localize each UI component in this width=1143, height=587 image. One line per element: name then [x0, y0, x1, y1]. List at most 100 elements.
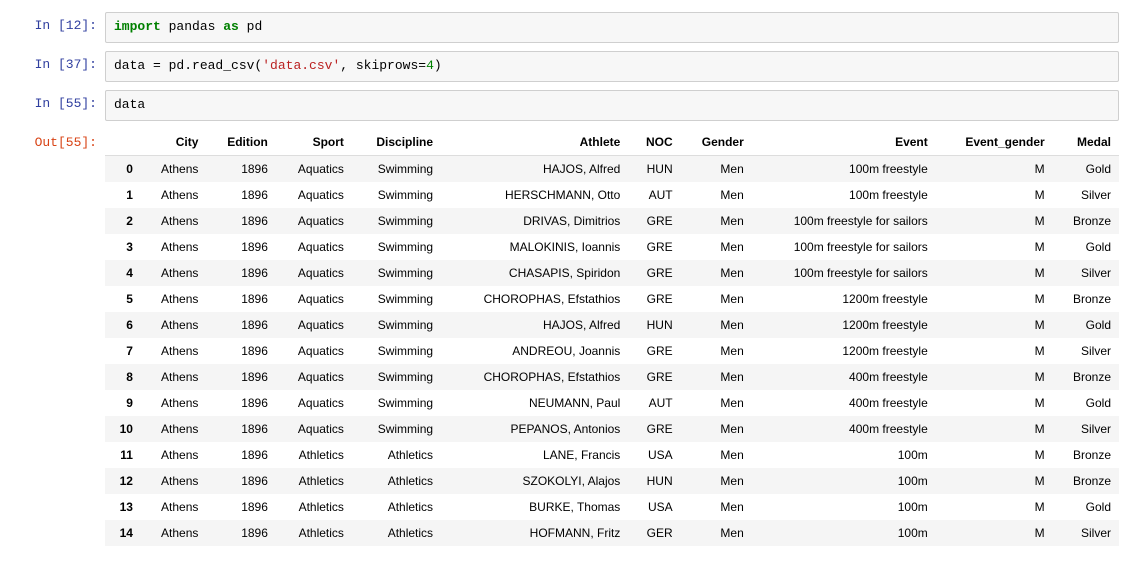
table-cell: Athens — [141, 442, 206, 468]
table-cell: Aquatics — [276, 260, 352, 286]
table-row: 9Athens1896AquaticsSwimmingNEUMANN, Paul… — [105, 390, 1119, 416]
table-cell: 1896 — [206, 468, 275, 494]
row-index: 11 — [105, 442, 141, 468]
code-cell: In [55]: data — [0, 88, 1143, 123]
input-prompt: In [55]: — [0, 90, 105, 111]
table-row: 14Athens1896AthleticsAthleticsHOFMANN, F… — [105, 520, 1119, 546]
row-index: 7 — [105, 338, 141, 364]
table-row: 2Athens1896AquaticsSwimmingDRIVAS, Dimit… — [105, 208, 1119, 234]
table-cell: CHOROPHAS, Efstathios — [441, 364, 628, 390]
table-cell: 400m freestyle — [752, 390, 936, 416]
column-header: Medal — [1053, 129, 1119, 156]
table-cell: Aquatics — [276, 208, 352, 234]
table-cell: 1896 — [206, 364, 275, 390]
table-cell: 1896 — [206, 286, 275, 312]
table-cell: Aquatics — [276, 234, 352, 260]
table-cell: Swimming — [352, 416, 441, 442]
table-cell: HUN — [628, 155, 680, 182]
table-cell: 100m — [752, 494, 936, 520]
table-cell: 100m — [752, 468, 936, 494]
table-cell: GRE — [628, 260, 680, 286]
table-cell: Silver — [1053, 182, 1119, 208]
code-input[interactable]: data — [105, 90, 1119, 121]
table-cell: Bronze — [1053, 442, 1119, 468]
table-cell: M — [936, 416, 1053, 442]
table-cell: Men — [681, 494, 752, 520]
table-cell: 1896 — [206, 312, 275, 338]
code-token: data — [114, 97, 145, 112]
table-row: 4Athens1896AquaticsSwimmingCHASAPIS, Spi… — [105, 260, 1119, 286]
table-cell: Men — [681, 338, 752, 364]
table-cell: HUN — [628, 468, 680, 494]
row-index: 5 — [105, 286, 141, 312]
table-cell: Silver — [1053, 520, 1119, 546]
table-row: 11Athens1896AthleticsAthleticsLANE, Fran… — [105, 442, 1119, 468]
table-cell: Athens — [141, 494, 206, 520]
table-cell: Athletics — [352, 468, 441, 494]
table-cell: Athletics — [352, 520, 441, 546]
table-cell: Aquatics — [276, 286, 352, 312]
table-cell: 1896 — [206, 182, 275, 208]
table-cell: HERSCHMANN, Otto — [441, 182, 628, 208]
table-cell: Men — [681, 364, 752, 390]
table-cell: Gold — [1053, 312, 1119, 338]
table-cell: Bronze — [1053, 208, 1119, 234]
table-cell: 1896 — [206, 390, 275, 416]
code-token: as — [223, 19, 239, 34]
table-cell: Gold — [1053, 234, 1119, 260]
code-input[interactable]: data = pd.read_csv('data.csv', skiprows=… — [105, 51, 1119, 82]
column-header: Event — [752, 129, 936, 156]
table-cell: Bronze — [1053, 468, 1119, 494]
table-cell: Swimming — [352, 208, 441, 234]
table-cell: 1200m freestyle — [752, 286, 936, 312]
code-cell: In [12]: import pandas as pd — [0, 10, 1143, 45]
table-cell: Aquatics — [276, 312, 352, 338]
table-cell: Swimming — [352, 260, 441, 286]
table-cell: 100m freestyle — [752, 182, 936, 208]
table-cell: Men — [681, 234, 752, 260]
table-cell: 1896 — [206, 416, 275, 442]
table-row: 10Athens1896AquaticsSwimmingPEPANOS, Ant… — [105, 416, 1119, 442]
column-header: Athlete — [441, 129, 628, 156]
table-cell: Athletics — [276, 494, 352, 520]
table-cell: Athens — [141, 390, 206, 416]
table-cell: Men — [681, 155, 752, 182]
output-cell: Out[55]: CityEditionSportDisciplineAthle… — [0, 127, 1143, 548]
table-row: 0Athens1896AquaticsSwimmingHAJOS, Alfred… — [105, 155, 1119, 182]
column-header: NOC — [628, 129, 680, 156]
table-cell: M — [936, 286, 1053, 312]
table-cell: ANDREOU, Joannis — [441, 338, 628, 364]
dataframe-head: CityEditionSportDisciplineAthleteNOCGend… — [105, 129, 1119, 156]
table-cell: Men — [681, 260, 752, 286]
table-row: 13Athens1896AthleticsAthleticsBURKE, Tho… — [105, 494, 1119, 520]
table-cell: Swimming — [352, 390, 441, 416]
table-cell: Men — [681, 416, 752, 442]
table-cell: Swimming — [352, 338, 441, 364]
table-cell: M — [936, 364, 1053, 390]
table-cell: M — [936, 390, 1053, 416]
table-row: 8Athens1896AquaticsSwimmingCHOROPHAS, Ef… — [105, 364, 1119, 390]
table-row: 3Athens1896AquaticsSwimmingMALOKINIS, Io… — [105, 234, 1119, 260]
table-cell: Athens — [141, 520, 206, 546]
column-header: City — [141, 129, 206, 156]
table-cell: Men — [681, 468, 752, 494]
table-cell: Silver — [1053, 260, 1119, 286]
row-index: 0 — [105, 155, 141, 182]
table-cell: 1896 — [206, 208, 275, 234]
table-cell: Athens — [141, 416, 206, 442]
table-cell: M — [936, 468, 1053, 494]
table-cell: M — [936, 182, 1053, 208]
table-cell: M — [936, 442, 1053, 468]
table-cell: GRE — [628, 286, 680, 312]
table-cell: Aquatics — [276, 182, 352, 208]
code-token: import — [114, 19, 161, 34]
table-cell: 1896 — [206, 260, 275, 286]
code-token: pandas — [161, 19, 223, 34]
table-cell: 400m freestyle — [752, 364, 936, 390]
table-cell: Bronze — [1053, 364, 1119, 390]
code-input[interactable]: import pandas as pd — [105, 12, 1119, 43]
table-cell: Swimming — [352, 182, 441, 208]
table-cell: 1896 — [206, 442, 275, 468]
table-cell: NEUMANN, Paul — [441, 390, 628, 416]
column-header: Edition — [206, 129, 275, 156]
